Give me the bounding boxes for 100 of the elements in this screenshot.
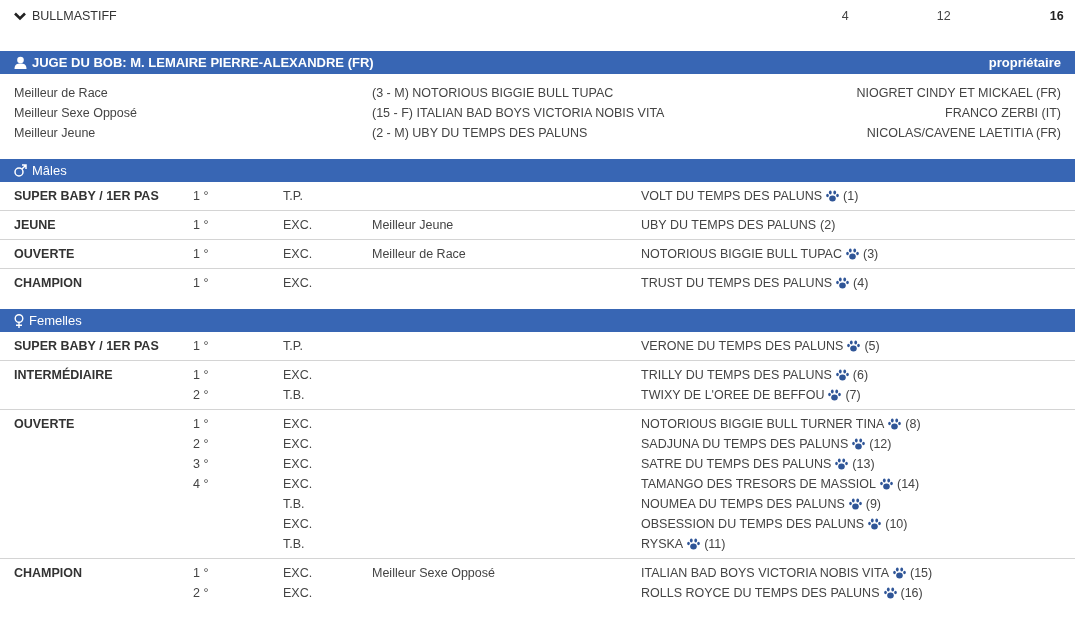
grade-cell-text: EXC. [283, 367, 314, 384]
grade-cell-text: EXC. [283, 565, 314, 582]
paw-icon [846, 248, 859, 260]
grade-cell-text: T.B. [283, 387, 306, 404]
award-cell-text: Meilleur Jeune [372, 217, 455, 234]
grade-cell-text: EXC. [283, 416, 314, 433]
catalog-number: (1) [843, 189, 859, 203]
grade-cell-text: EXC. [283, 585, 314, 602]
award-label: Meilleur de Race [14, 86, 109, 100]
catalog-number: (5) [864, 339, 880, 353]
catalog-number: (2) [820, 218, 836, 232]
catalog-number: (6) [852, 368, 869, 382]
paw-icon [888, 418, 902, 430]
chevron-down-icon [14, 11, 26, 21]
dog-name: ROLLS ROYCE DU TEMPS DES PALUNS [641, 586, 880, 600]
rank-cell-text: 2 ° [193, 387, 210, 404]
rank-cell-text: 2 ° [193, 585, 210, 602]
catalog-number: (4) [853, 276, 869, 290]
entry-count: 4 [840, 9, 849, 23]
grade-cell-text: T.B. [283, 496, 306, 513]
dog-name: OBSESSION DU TEMPS DES PALUNS [641, 517, 865, 531]
paw-icon [687, 538, 701, 550]
breed-toggle[interactable]: BULLMASTIFF [14, 9, 117, 23]
class-name: CHAMPION [14, 565, 84, 582]
judge-header: JUGE DU BOB: M. LEMAIRE PIERRE-ALEXANDRE (FR) propriétaire [0, 51, 1075, 74]
catalog-number: (3) [863, 247, 879, 261]
dog-name: UBY DU TEMPS DES PALUNS [641, 218, 817, 232]
catalog-number: (12) [869, 437, 892, 451]
entry-count: 12 [935, 9, 951, 23]
paw-icon [868, 518, 882, 530]
paw-icon [835, 458, 849, 470]
dog-name: VOLT DU TEMPS DES PALUNS [641, 189, 823, 203]
rank-cell-text: 1 ° [193, 188, 210, 205]
award-cell-text: Meilleur de Race [372, 246, 467, 263]
dog-name: RYSKA [641, 537, 684, 551]
section-header: Femelles [0, 309, 1075, 332]
rank-cell-text: 3 ° [193, 456, 210, 473]
grade-cell-text: EXC. [283, 217, 314, 234]
grade-cell-text: T.P. [283, 188, 304, 205]
male-symbol-icon [14, 164, 27, 177]
dog-name: TWIXY DE L'OREE DE BEFFOU [641, 388, 825, 402]
class-name: OUVERTE [14, 246, 76, 263]
catalog-number: (16) [900, 586, 923, 600]
rank-cell-text: 4 ° [193, 476, 210, 493]
class-name: OUVERTE [14, 416, 76, 433]
dog-name: NOTORIOUS BIGGIE BULL TUPAC [641, 247, 842, 261]
rank-cell-text: 1 ° [193, 367, 210, 384]
award-owner: NICOLAS/CAVENE LAETITIA (FR) [866, 126, 1061, 140]
class-name: SUPER BABY / 1ER PAS [14, 188, 160, 205]
catalog-number: (7) [845, 388, 861, 402]
catalog-number: (11) [704, 537, 726, 551]
dog-name: NOUMEA DU TEMPS DES PALUNS [641, 497, 845, 511]
dog-name: ITALIAN BAD BOYS VICTORIA NOBIS VITA [641, 566, 889, 580]
grade-cell-text: EXC. [283, 476, 314, 493]
class-name: SUPER BABY / 1ER PAS [14, 338, 160, 355]
paw-icon [848, 498, 862, 510]
catalog-number: (14) [897, 477, 920, 491]
dog-name: TRILLY DU TEMPS DES PALUNS [641, 368, 832, 382]
award-cell-text: Meilleur Sexe Opposé [372, 565, 496, 582]
grade-cell-text: EXC. [283, 275, 314, 292]
grade-cell-text: EXC. [283, 516, 314, 533]
award-owner: NIOGRET CINDY ET MICKAEL (FR) [856, 86, 1061, 100]
rank-cell-text: 2 ° [193, 436, 210, 453]
rank-cell-text: 1 ° [193, 246, 210, 263]
award-dog: (3 - M) NOTORIOUS BIGGIE BULL TUPAC [372, 86, 615, 100]
catalog-number: (9) [865, 497, 882, 511]
catalog-number: (13) [852, 457, 875, 471]
female-symbol-icon [14, 313, 24, 328]
dog-name: SADJUNA DU TEMPS DES PALUNS [641, 437, 849, 451]
class-name: JEUNE [14, 217, 57, 234]
rank-cell-text: 1 ° [193, 416, 210, 433]
catalog-number: (8) [905, 417, 921, 431]
grade-cell-text: EXC. [283, 246, 314, 263]
dog-name: SATRE DU TEMPS DES PALUNS [641, 457, 832, 471]
dog-name: TRUST DU TEMPS DES PALUNS [641, 276, 832, 290]
dog-name: VERONE DU TEMPS DES PALUNS [641, 339, 844, 353]
paw-icon [835, 369, 849, 381]
grade-cell-text: EXC. [283, 456, 314, 473]
paw-icon [852, 438, 866, 450]
dog-name: NOTORIOUS BIGGIE BULL TURNER TINA [641, 417, 885, 431]
class-name: INTERMÉDIAIRE [14, 366, 114, 384]
catalog-number: (15) [910, 566, 933, 580]
award-owner: FRANCO ZERBI (IT) [945, 106, 1061, 120]
grade-cell-text: T.P. [283, 338, 304, 355]
award-dog: (15 - F) ITALIAN BAD BOYS VICTORIA NOBIS VITA [372, 106, 666, 120]
paw-icon [828, 389, 842, 401]
award-dog: (2 - M) UBY DU TEMPS DES PALUNS [372, 126, 589, 140]
rank-cell-text: 1 ° [193, 217, 210, 234]
rank-cell-text: 1 ° [193, 565, 210, 582]
grade-cell-text: T.B. [283, 536, 306, 553]
class-name: CHAMPION [14, 275, 84, 292]
award-label: Meilleur Jeune [14, 126, 97, 140]
grade-cell-text: EXC. [283, 436, 314, 453]
dog-name: TAMANGO DES TRESORS DE MASSIOL [641, 477, 876, 491]
paw-icon [836, 277, 849, 289]
paw-icon [826, 190, 840, 202]
paw-icon [847, 340, 861, 352]
paw-icon [880, 478, 893, 490]
paw-icon [893, 567, 906, 579]
award-label: Meilleur Sexe Opposé [14, 106, 138, 120]
